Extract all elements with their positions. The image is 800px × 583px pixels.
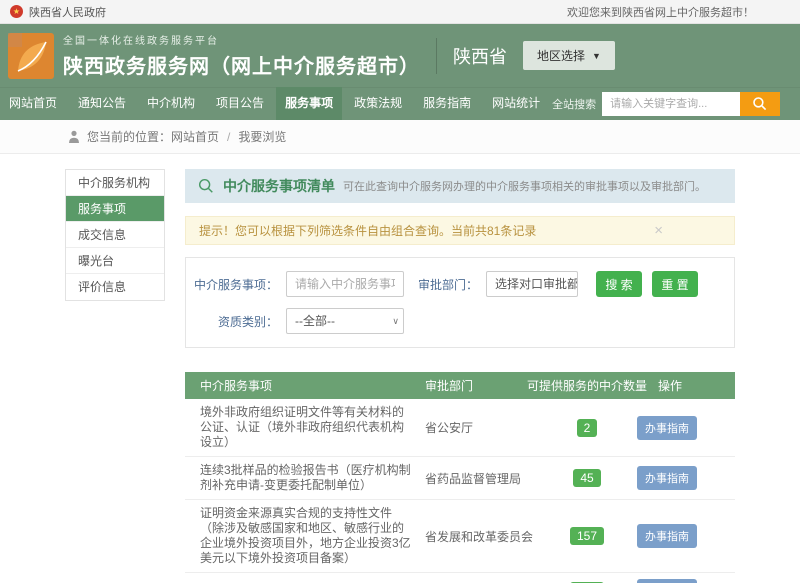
sidebar-item-exposure[interactable]: 曝光台 (66, 248, 164, 274)
sidebar: 中介服务机构 服务事项 成交信息 曝光台 评价信息 (65, 169, 165, 301)
sidebar-item-reviews[interactable]: 评价信息 (66, 274, 164, 300)
nav-item-projects[interactable]: 项目公告 (207, 87, 273, 120)
count-badge: 45 (573, 469, 600, 487)
service-item-input[interactable] (286, 271, 404, 297)
service-item-cell: 境外非政府组织证明文件等有关材料的公证、认证（境外非政府组织代表机构设立） (185, 405, 425, 450)
chevron-down-icon: ∨ (566, 272, 573, 296)
welcome-message: 欢迎您来到陕西省网上中介服务超市！ (567, 4, 754, 20)
reset-button[interactable]: 重 置 (652, 271, 698, 297)
sidebar-item-transactions[interactable]: 成交信息 (66, 222, 164, 248)
tip-bar: 提示！您可以根据下列筛选条件自由组合查询。当前共81条记录 × (185, 216, 735, 245)
col-header-action: 操作 (652, 377, 735, 394)
site-search-button[interactable] (740, 92, 780, 116)
sidebar-item-services[interactable]: 服务事项 (66, 196, 164, 222)
section-title-bar: 中介服务事项清单 可在此查询中介服务网办理的中介服务事项相关的审批事项以及审批部… (185, 169, 735, 203)
section-title: 中介服务事项清单 (223, 176, 335, 196)
nav-item-guide[interactable]: 服务指南 (414, 87, 480, 120)
main-panel: 中介服务事项清单 可在此查询中介服务网办理的中介服务事项相关的审批事项以及审批部… (185, 169, 735, 583)
main-nav: 网站首页 通知公告 中介机构 项目公告 服务事项 政策法规 服务指南 网站统计 … (0, 87, 800, 120)
breadcrumb-current-link[interactable]: 我要浏览 (238, 128, 286, 145)
table-row: 连续3批样品的检验报告书（医疗机构制剂补充申请-变更委托配制单位） 省药品监督管… (185, 457, 735, 500)
count-badge: 2 (577, 419, 598, 437)
nav-item-notices[interactable]: 通知公告 (69, 87, 135, 120)
breadcrumb-home-link[interactable]: 网站首页 (171, 128, 219, 145)
filter-panel: 中介服务事项： 审批部门： 选择对口审批部门 ∨ 搜 索 重 置 资质类别： -… (185, 257, 735, 348)
table-row: 验资报告（民办非企业单位成立登记） 省民政厅 157 办事指南 (185, 573, 735, 583)
sidebar-item-agencies[interactable]: 中介服务机构 (66, 170, 164, 196)
col-header-item: 中介服务事项 (185, 377, 425, 394)
service-item-label: 中介服务事项： (186, 276, 286, 293)
count-badge: 157 (570, 527, 604, 545)
chevron-down-icon: ▼ (592, 51, 601, 61)
breadcrumb: 您当前的位置： 网站首页 / 我要浏览 (0, 120, 800, 154)
topbar: ★ 陕西省人民政府 欢迎您来到陕西省网上中介服务超市！ (0, 0, 800, 24)
government-site-link[interactable]: 陕西省人民政府 (29, 4, 106, 20)
nav-item-statistics[interactable]: 网站统计 (483, 87, 549, 120)
services-table: 中介服务事项 审批部门 可提供服务的中介数量 操作 境外非政府组织证明文件等有关… (185, 372, 735, 583)
dept-cell: 省发展和改革委员会 (425, 528, 543, 545)
guide-button[interactable]: 办事指南 (637, 416, 697, 440)
site-header: 全国一体化在线政务服务平台 陕西政务服务网（网上中介服务超市） 陕西省 地区选择… (0, 24, 800, 87)
approval-dept-label: 审批部门： (418, 276, 478, 293)
platform-label: 全国一体化在线政务服务平台 (63, 32, 420, 47)
service-item-cell: 连续3批样品的检验报告书（医疗机构制剂补充申请-变更委托配制单位） (185, 463, 425, 493)
site-search-label: 全站搜索 (552, 96, 596, 112)
region-select-button[interactable]: 地区选择 ▼ (523, 41, 615, 70)
nav-item-agencies[interactable]: 中介机构 (138, 87, 204, 120)
nav-item-services[interactable]: 服务事项 (276, 87, 342, 120)
tip-text: 提示！您可以根据下列筛选条件自由组合查询。当前共81条记录 (199, 222, 536, 239)
breadcrumb-prefix: 您当前的位置： (87, 128, 171, 145)
nav-item-policies[interactable]: 政策法规 (345, 87, 411, 120)
section-description: 可在此查询中介服务网办理的中介服务事项相关的审批事项以及审批部门。 (343, 178, 706, 194)
site-logo-icon (8, 33, 54, 79)
approval-dept-select[interactable]: 选择对口审批部门 ∨ (486, 271, 578, 297)
guide-button[interactable]: 办事指南 (637, 524, 697, 548)
table-row: 境外非政府组织证明文件等有关材料的公证、认证（境外非政府组织代表机构设立） 省公… (185, 399, 735, 457)
guide-button[interactable]: 办事指南 (637, 579, 697, 583)
table-header-row: 中介服务事项 审批部门 可提供服务的中介数量 操作 (185, 372, 735, 399)
service-item-cell: 证明资金来源真实合规的支持性文件（除涉及敏感国家和地区、敏感行业的企业境外投资项… (185, 506, 425, 566)
site-title: 陕西政务服务网（网上中介服务超市） (63, 50, 420, 79)
guide-button[interactable]: 办事指南 (637, 466, 697, 490)
national-emblem-icon: ★ (10, 5, 23, 18)
region-name: 陕西省 (453, 43, 507, 69)
chevron-down-icon: ∨ (392, 309, 399, 333)
site-search-input[interactable] (602, 92, 740, 116)
table-row: 证明资金来源真实合规的支持性文件（除涉及敏感国家和地区、敏感行业的企业境外投资项… (185, 500, 735, 573)
dept-cell: 省药品监督管理局 (425, 470, 543, 487)
dept-cell: 省公安厅 (425, 419, 543, 436)
search-button[interactable]: 搜 索 (596, 271, 642, 297)
qualification-category-label: 资质类别： (186, 313, 286, 330)
location-person-icon (68, 130, 80, 144)
breadcrumb-separator: / (227, 130, 230, 144)
search-icon (752, 96, 768, 112)
divider (436, 38, 437, 74)
nav-item-home[interactable]: 网站首页 (0, 87, 66, 120)
close-icon[interactable]: × (654, 223, 663, 238)
qualification-category-select[interactable]: --全部-- ∨ (286, 308, 404, 334)
search-icon (197, 177, 215, 195)
col-header-count: 可提供服务的中介数量 (543, 377, 652, 394)
